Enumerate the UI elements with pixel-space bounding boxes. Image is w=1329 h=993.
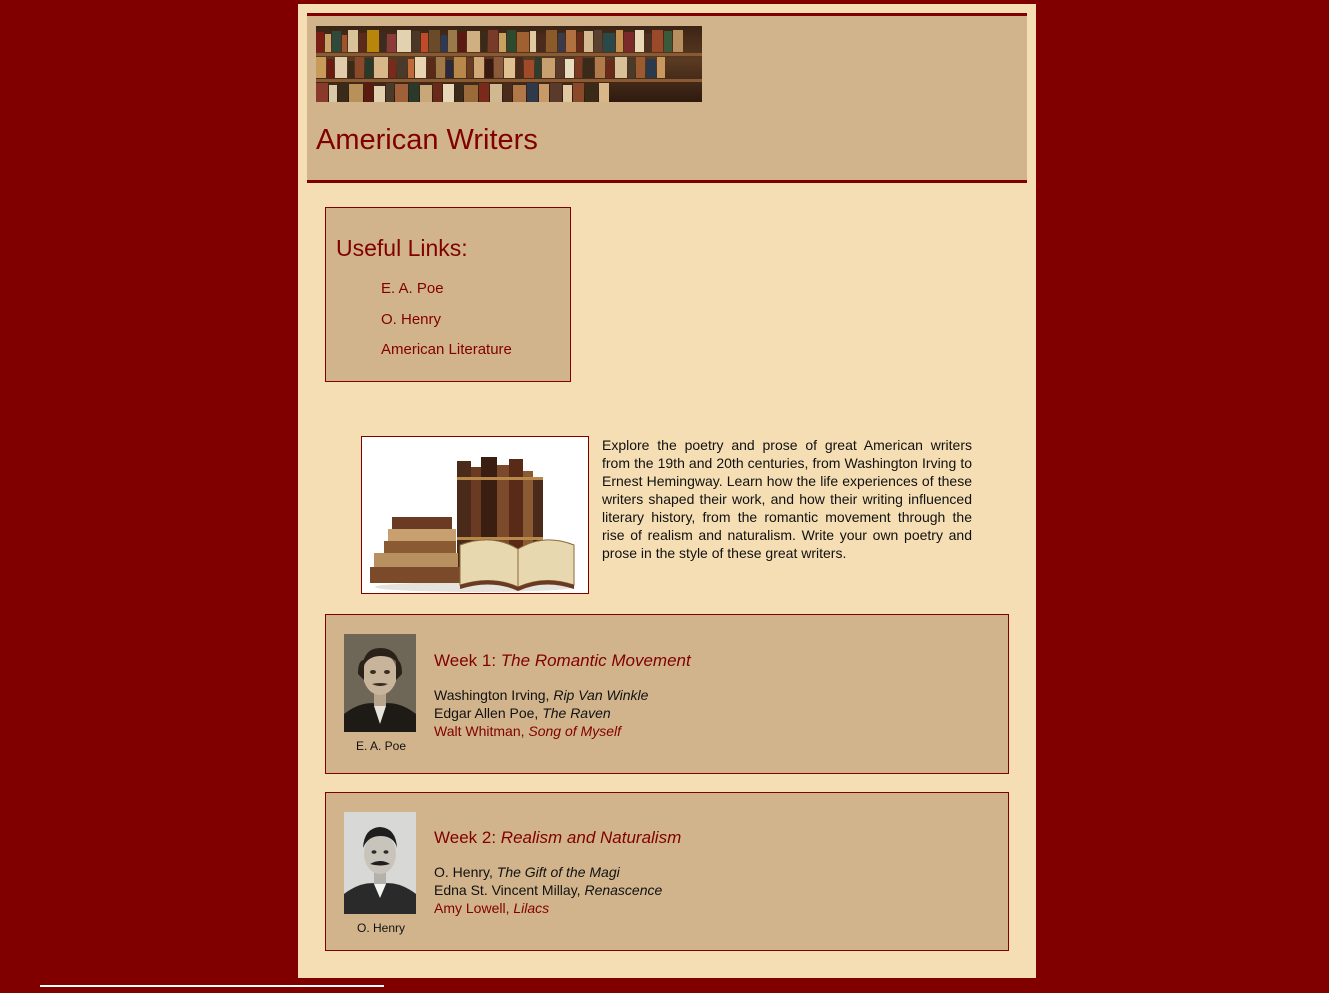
useful-links-list: E. A. Poe O. Henry American Literature: [381, 280, 512, 372]
list-item-link[interactable]: Amy Lowell, Lilacs: [434, 899, 662, 917]
useful-links-panel: Useful Links: E. A. Poe O. Henry America…: [325, 207, 571, 382]
work-title: Lilacs: [513, 900, 550, 916]
portrait-caption: O. Henry: [356, 921, 405, 935]
week-1-panel: E. A. Poe Week 1: The Romantic Movement …: [325, 614, 1009, 774]
list-item: Edna St. Vincent Millay, Renascence: [434, 881, 662, 899]
week-1-title: Week 1: The Romantic Movement: [434, 651, 691, 671]
week-label: Week 2:: [434, 828, 497, 847]
useful-links-heading: Useful Links:: [336, 235, 468, 261]
work-author: Edgar Allen Poe,: [434, 705, 539, 721]
week-2-title: Week 2: Realism and Naturalism: [434, 828, 681, 848]
week-theme: Realism and Naturalism: [500, 828, 682, 847]
link-o-henry[interactable]: O. Henry: [381, 311, 441, 328]
work-author: Amy Lowell,: [434, 900, 510, 916]
link-ea-poe[interactable]: E. A. Poe: [381, 280, 444, 297]
horizontal-scrollbar[interactable]: [40, 985, 384, 987]
page-container: American Writers Useful Links: E. A. Poe…: [298, 4, 1036, 978]
list-item: Edgar Allen Poe, The Raven: [434, 704, 648, 722]
work-title: Rip Van Winkle: [553, 687, 649, 703]
page-title: American Writers: [316, 124, 538, 156]
work-author: Edna St. Vincent Millay,: [434, 882, 581, 898]
week-2-reading-list: O. Henry, The Gift of the Magi Edna St. …: [434, 863, 662, 917]
work-title: Song of Myself: [528, 723, 621, 739]
list-item-link[interactable]: Walt Whitman, Song of Myself: [434, 722, 648, 740]
work-title: The Gift of the Magi: [496, 864, 620, 880]
work-title: The Raven: [542, 705, 611, 721]
old-books-image: [361, 436, 589, 594]
o-henry-portrait-image: [344, 812, 416, 914]
ea-poe-portrait-image: [344, 634, 416, 732]
list-item: O. Henry: [381, 311, 512, 342]
intro-paragraph: Explore the poetry and prose of great Am…: [602, 437, 972, 561]
work-author: O. Henry,: [434, 864, 493, 880]
work-author: Walt Whitman,: [434, 723, 525, 739]
list-item: O. Henry, The Gift of the Magi: [434, 863, 662, 881]
week-theme: The Romantic Movement: [500, 651, 691, 670]
bookshelf-banner-image: [316, 26, 702, 102]
work-title: Renascence: [584, 882, 663, 898]
list-item: E. A. Poe: [381, 280, 512, 311]
week-2-panel: O. Henry Week 2: Realism and Naturalism …: [325, 792, 1009, 951]
week-1-reading-list: Washington Irving, Rip Van Winkle Edgar …: [434, 686, 648, 740]
week-label: Week 1:: [434, 651, 497, 670]
link-american-literature[interactable]: American Literature: [381, 341, 512, 358]
list-item: Washington Irving, Rip Van Winkle: [434, 686, 648, 704]
work-author: Washington Irving,: [434, 687, 550, 703]
site-header: American Writers: [307, 13, 1027, 183]
list-item: American Literature: [381, 341, 512, 372]
portrait-caption: E. A. Poe: [355, 739, 407, 753]
